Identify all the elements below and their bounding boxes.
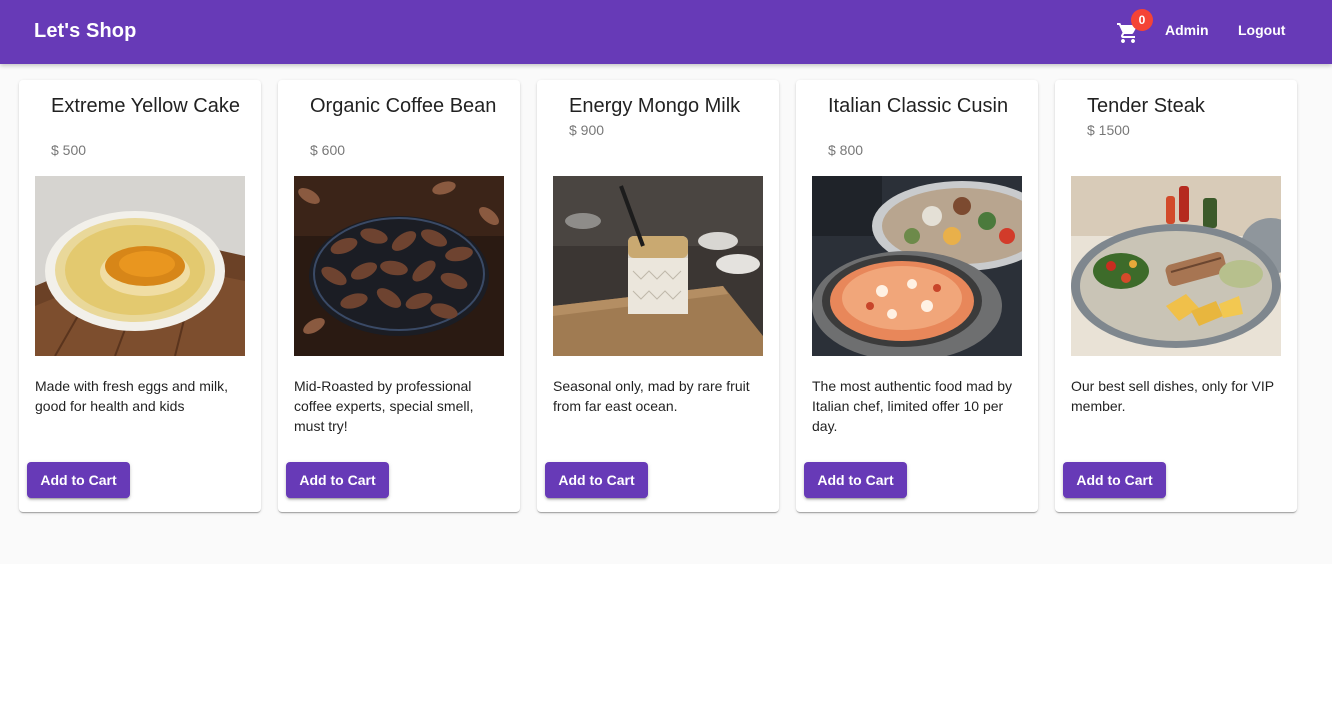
product-image-tender-steak [1071,176,1281,356]
top-toolbar: Let's Shop 0 Admin Logout [0,0,1332,64]
product-description: Seasonal only, mad by rare fruit from fa… [553,378,750,414]
cart-button[interactable]: 0 [1112,9,1153,48]
product-card: Energy Mongo Milk $ 900 Seasonal only, m… [537,80,779,512]
product-description: Made with fresh eggs and milk, good for … [35,378,228,414]
product-title: Extreme Yellow Cake [51,95,240,117]
product-card: Italian Classic Cusin $ 800 The most aut… [796,80,1038,512]
product-title: Italian Classic Cusin [828,95,1009,117]
product-price: $ 500 [51,142,87,158]
add-to-cart-button[interactable]: Add to Cart [27,462,130,498]
product-price: $ 600 [310,142,346,158]
cart-count-badge: 0 [1131,9,1153,31]
product-description: Mid-Roasted by professional coffee exper… [294,378,474,434]
product-image-mongo-milk [553,176,763,356]
product-card: Extreme Yellow Cake $ 500 Made with fres… [19,80,261,512]
add-to-cart-button[interactable]: Add to Cart [1063,462,1166,498]
product-card: Organic Coffee Bean $ 600 Mid-Roasted by… [278,80,520,512]
product-image-italian-classic [812,176,1022,356]
product-description: The most authentic food mad by Italian c… [812,378,1012,434]
product-price: $ 900 [569,122,605,138]
app-title[interactable]: Let's Shop [34,20,136,43]
product-title: Energy Mongo Milk [569,95,741,117]
product-description: Our best sell dishes, only for VIP membe… [1071,378,1274,414]
product-image-yellow-cake [35,176,245,356]
add-to-cart-button[interactable]: Add to Cart [545,462,648,498]
product-image-coffee-bean [294,176,504,356]
product-price: $ 800 [828,142,864,158]
product-card: Tender Steak $ 1500 Our best sell dishes… [1055,80,1297,512]
logout-link[interactable]: Logout [1238,22,1285,38]
product-title: Organic Coffee Bean [310,95,497,117]
product-price: $ 1500 [1087,122,1130,138]
add-to-cart-button[interactable]: Add to Cart [804,462,907,498]
admin-link[interactable]: Admin [1165,22,1209,38]
product-title: Tender Steak [1087,95,1205,117]
product-grid: Extreme Yellow Cake $ 500 Made with fres… [0,64,1332,564]
add-to-cart-button[interactable]: Add to Cart [286,462,389,498]
